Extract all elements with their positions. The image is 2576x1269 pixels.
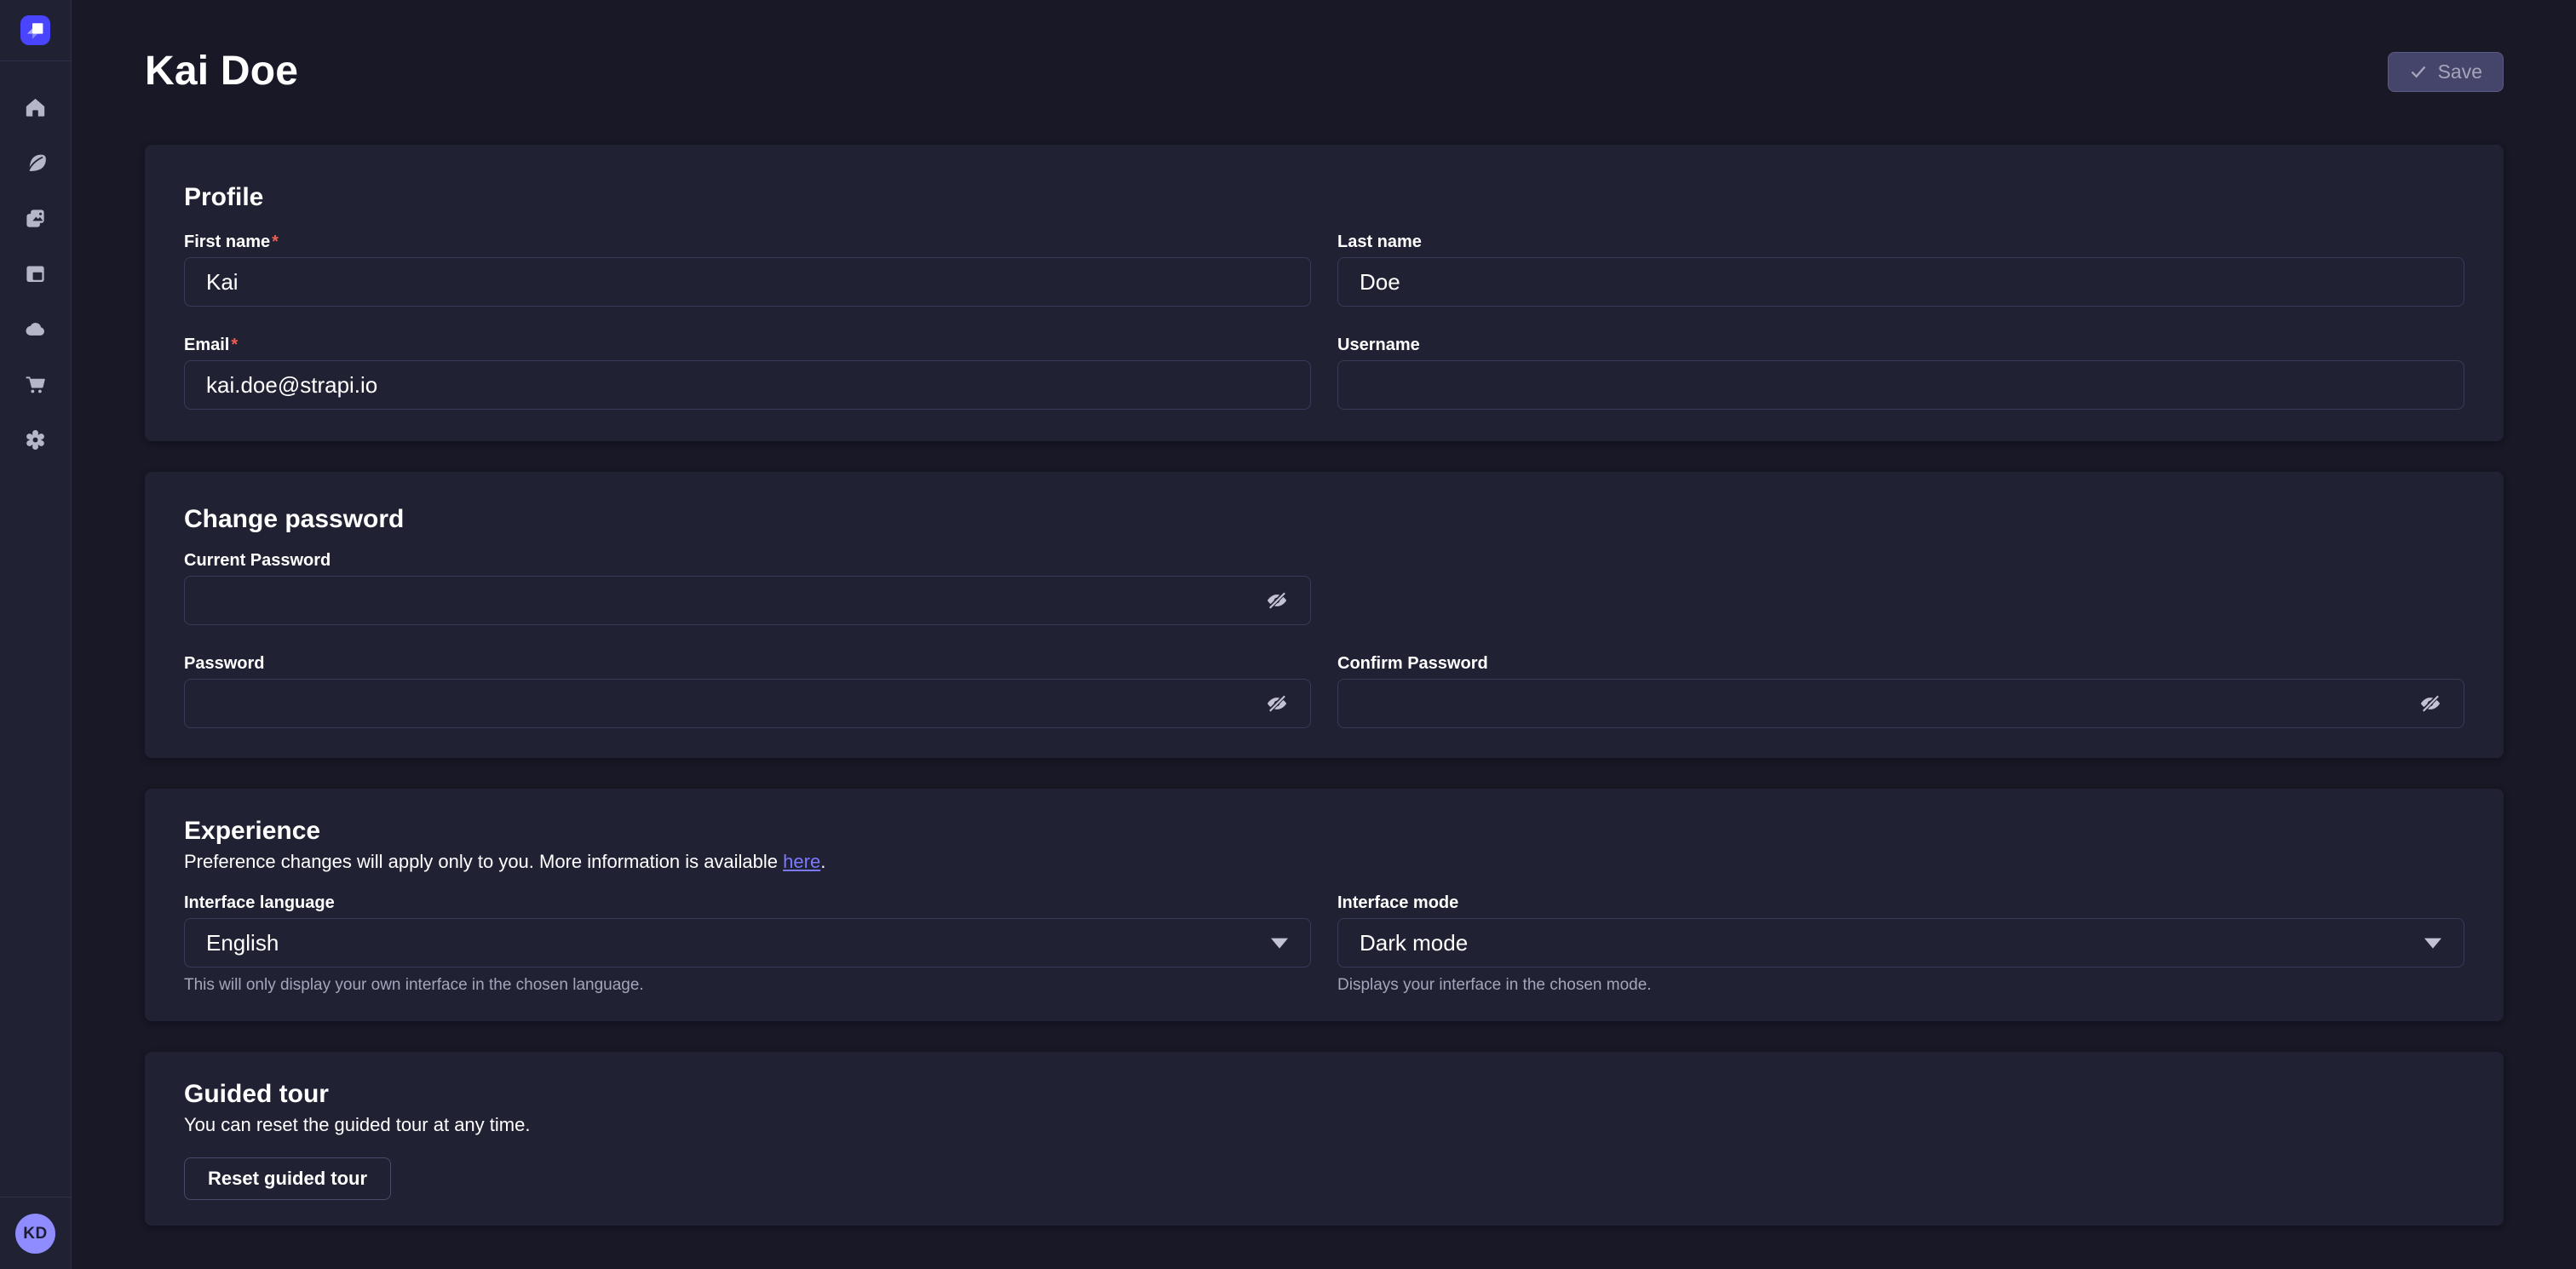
interface-language-hint: This will only display your own interfac… (184, 975, 1311, 996)
feather-icon (24, 152, 47, 175)
guided-tour-card: Guided tour You can reset the guided tou… (145, 1052, 2504, 1226)
main-content: Kai Doe Save Profile First name* Last na… (72, 0, 2576, 1269)
first-name-input[interactable] (184, 257, 1311, 307)
sidebar-footer: KD (0, 1197, 71, 1269)
reset-guided-tour-button[interactable]: Reset guided tour (184, 1157, 391, 1200)
first-name-label: First name (184, 233, 270, 251)
confirm-password-field: Confirm Password (1337, 653, 2464, 728)
interface-language-select[interactable]: English (184, 918, 1311, 968)
logo-container (0, 0, 71, 61)
required-mark: * (272, 233, 279, 251)
profile-card: Profile First name* Last name Email* (145, 145, 2504, 441)
eye-off-icon (2418, 692, 2443, 715)
first-name-field: First name* (184, 232, 1311, 307)
interface-mode-value: Dark mode (1360, 930, 1468, 956)
current-password-label: Current Password (184, 550, 1311, 571)
strapi-logo[interactable] (20, 15, 50, 45)
last-name-field: Last name (1337, 232, 2464, 307)
check-icon (2409, 62, 2428, 81)
sidebar: KD (0, 0, 72, 1269)
avatar[interactable]: KD (15, 1214, 55, 1254)
interface-language-field: Interface language English This will onl… (184, 893, 1311, 996)
sidebar-item-content-type-builder[interactable] (15, 253, 56, 294)
cloud-icon (24, 318, 47, 341)
media-pictures-icon (24, 207, 47, 230)
sidebar-item-marketplace[interactable] (15, 364, 56, 405)
more-information-link[interactable]: here (783, 851, 820, 872)
last-name-label: Last name (1337, 232, 2464, 252)
confirm-password-label: Confirm Password (1337, 653, 2464, 674)
email-input[interactable] (184, 360, 1311, 410)
chevron-down-icon (2424, 939, 2441, 949)
sidebar-item-content[interactable] (15, 142, 56, 183)
guided-tour-description: You can reset the guided tour at any tim… (184, 1113, 2464, 1137)
experience-card: Experience Preference changes will apply… (145, 789, 2504, 1021)
cards-column: Profile First name* Last name Email* (72, 145, 2576, 1226)
sidebar-item-media-library[interactable] (15, 198, 56, 238)
home-icon (24, 96, 47, 119)
current-password-input[interactable] (184, 576, 1311, 625)
save-button-label: Save (2438, 60, 2482, 83)
password-input[interactable] (184, 679, 1311, 728)
guided-tour-title: Guided tour (184, 1079, 2464, 1110)
change-password-title: Change password (184, 504, 2464, 535)
change-password-card: Change password Current Password (145, 472, 2504, 758)
password-field: Password (184, 653, 1311, 728)
eye-off-icon (1264, 692, 1290, 715)
sidebar-item-home[interactable] (15, 87, 56, 128)
sidebar-item-settings[interactable] (15, 419, 56, 460)
experience-title: Experience (184, 816, 2464, 847)
current-password-field: Current Password (184, 550, 1311, 625)
page-title: Kai Doe (145, 48, 298, 95)
email-label: Email (184, 336, 229, 354)
email-field: Email* (184, 335, 1311, 410)
page-header: Kai Doe Save (72, 0, 2576, 95)
cart-icon (24, 373, 47, 396)
username-field: Username (1337, 335, 2464, 410)
eye-off-icon (1264, 589, 1290, 612)
last-name-input[interactable] (1337, 257, 2464, 307)
gear-icon (24, 428, 47, 451)
interface-mode-hint: Displays your interface in the chosen mo… (1337, 975, 2464, 996)
save-button[interactable]: Save (2388, 52, 2504, 92)
password-label: Password (184, 653, 1311, 674)
toggle-password-visibility-button[interactable] (1258, 685, 1296, 722)
username-input[interactable] (1337, 360, 2464, 410)
chevron-down-icon (1271, 939, 1288, 949)
toggle-confirm-password-visibility-button[interactable] (2412, 685, 2449, 722)
interface-language-label: Interface language (184, 893, 1311, 913)
required-mark: * (231, 336, 238, 354)
experience-description: Preference changes will apply only to yo… (184, 850, 2464, 874)
interface-language-value: English (206, 930, 279, 956)
toggle-current-password-visibility-button[interactable] (1258, 582, 1296, 619)
interface-mode-label: Interface mode (1337, 893, 2464, 913)
layout-icon (24, 262, 47, 285)
interface-mode-field: Interface mode Dark mode Displays your i… (1337, 893, 2464, 996)
profile-card-title: Profile (184, 182, 2464, 213)
sidebar-nav (15, 61, 56, 460)
confirm-password-input[interactable] (1337, 679, 2464, 728)
sidebar-item-cloud[interactable] (15, 308, 56, 349)
username-label: Username (1337, 335, 2464, 355)
interface-mode-select[interactable]: Dark mode (1337, 918, 2464, 968)
